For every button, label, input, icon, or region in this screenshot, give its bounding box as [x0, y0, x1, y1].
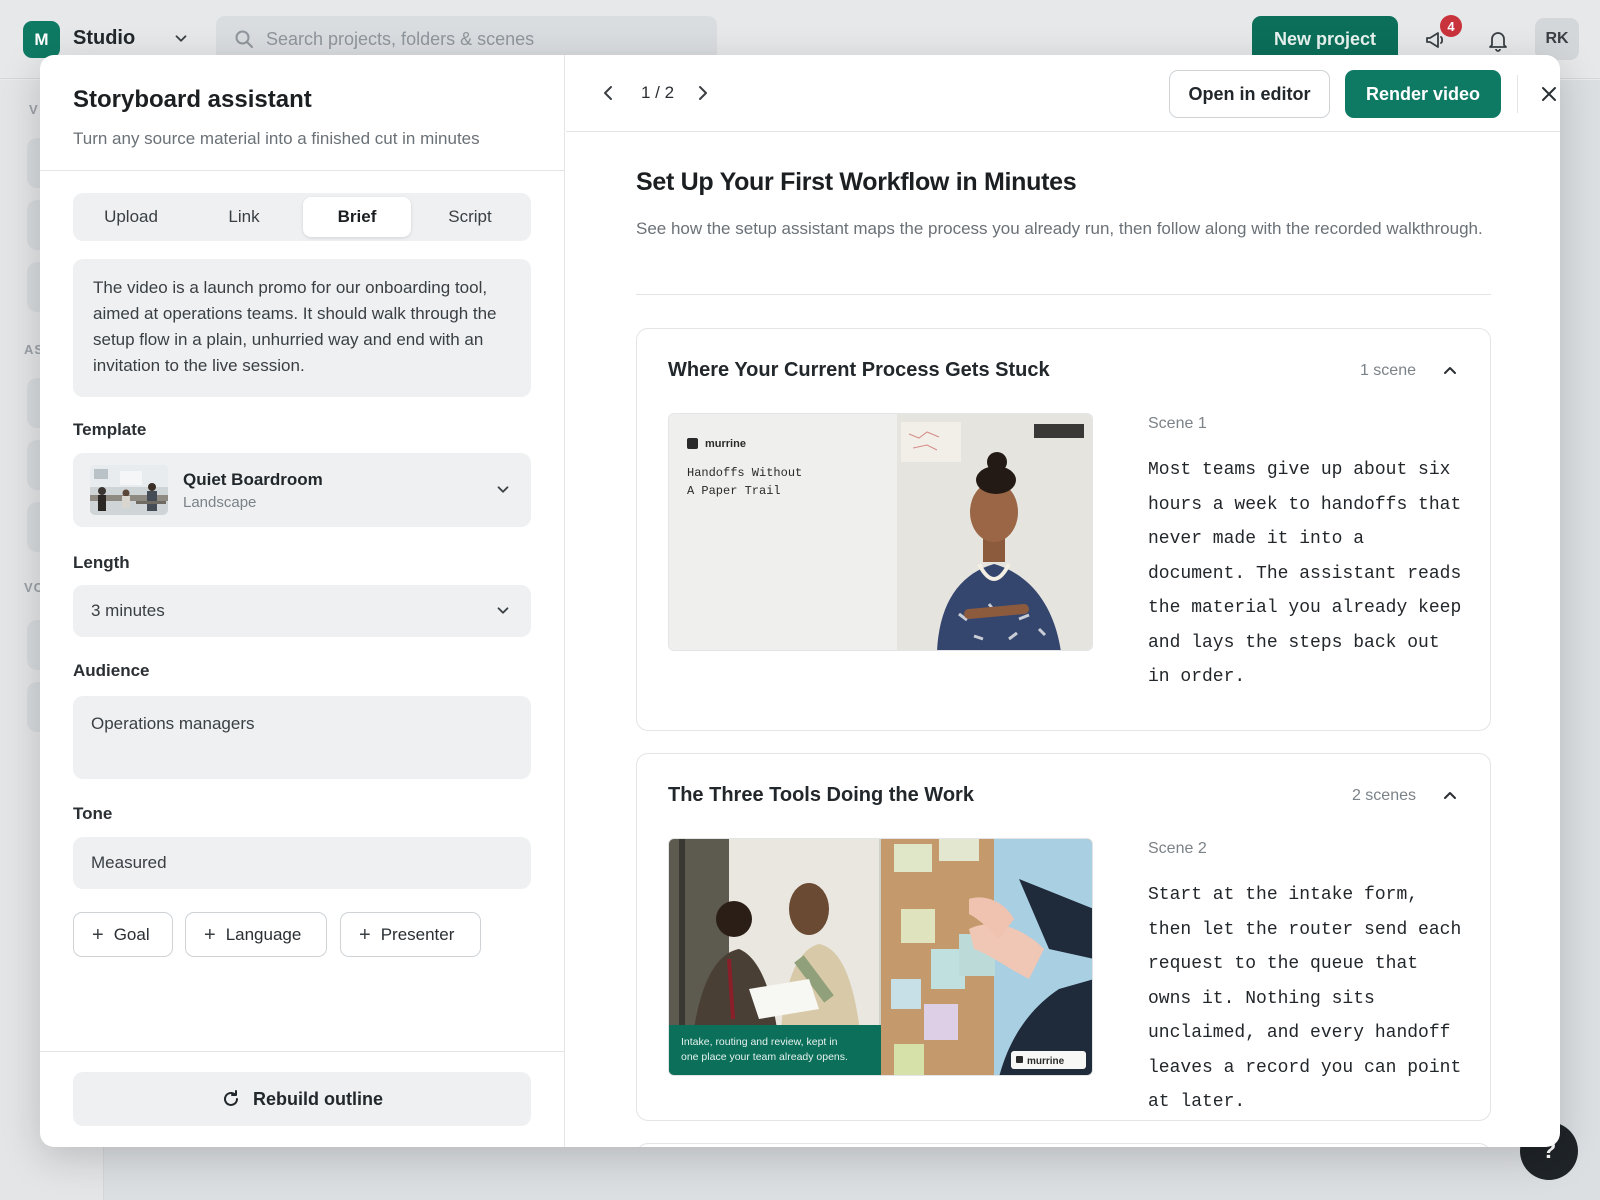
audience-label: Audience	[73, 661, 150, 680]
scene-preview-image: Intake, routing and review, kept in one …	[669, 839, 1092, 1075]
thumb-caption-line-2: one place your team already opens.	[681, 1051, 848, 1063]
plus-icon: +	[92, 923, 104, 946]
audience-input[interactable]: Operations managers	[73, 696, 531, 779]
chevron-down-icon	[497, 607, 509, 614]
storyboard-section: The Three Tools Doing the Work 2 scenes	[636, 753, 1491, 1121]
assistant-title: Storyboard assistant	[73, 86, 312, 113]
storyboard-section	[636, 1143, 1491, 1147]
thumb-brand: murrine	[705, 438, 746, 450]
tab-brief[interactable]: Brief	[303, 197, 411, 237]
tab-upload[interactable]: Upload	[77, 197, 185, 237]
template-name: Quiet Boardroom	[183, 470, 323, 489]
template-orientation: Landscape	[183, 494, 257, 511]
length-label: Length	[73, 553, 130, 572]
tone-input[interactable]: Measured	[73, 837, 531, 889]
section-title: Where Your Current Process Gets Stuck	[668, 359, 1050, 381]
chip-label: Presenter	[380, 924, 455, 944]
user-avatar[interactable]: RK	[1535, 18, 1579, 60]
length-value: 3 minutes	[91, 601, 165, 620]
scene-thumbnail[interactable]: Intake, routing and review, kept in one …	[668, 838, 1093, 1076]
storyboard-title: Set Up Your First Workflow in Minutes	[636, 168, 1077, 196]
chip-label: Language	[225, 924, 302, 944]
length-select[interactable]: 3 minutes	[73, 585, 531, 637]
chevron-down-icon[interactable]	[172, 30, 190, 48]
storyboard-modal: Storyboard assistant Turn any source mat…	[40, 55, 1560, 1147]
assistant-header: Storyboard assistant Turn any source mat…	[40, 55, 565, 171]
divider	[636, 294, 1491, 295]
thumb-caption-line-1: Intake, routing and review, kept in	[681, 1036, 838, 1048]
plus-icon: +	[359, 923, 371, 946]
workspace-name[interactable]: Studio	[73, 27, 135, 50]
scene-preview-image: murrine Handoffs Without A Paper Trail	[669, 414, 1092, 650]
bell-icon[interactable]	[1486, 28, 1510, 52]
chip-label: Goal	[113, 924, 150, 944]
chevron-down-icon	[497, 486, 509, 493]
scene-script[interactable]: Start at the intake form, then let the r…	[1148, 878, 1468, 1120]
render-video-button[interactable]: Render video	[1345, 70, 1501, 118]
notification-badge: 4	[1440, 15, 1462, 37]
scene-label: Scene 1	[1148, 415, 1207, 432]
tab-script[interactable]: Script	[416, 197, 524, 237]
chevron-up-icon[interactable]	[1440, 360, 1460, 380]
chevron-right-icon[interactable]	[691, 81, 715, 105]
scene-thumbnail[interactable]: murrine Handoffs Without A Paper Trail	[668, 413, 1093, 651]
scene-count: 1 scene	[1359, 362, 1416, 379]
chevron-left-icon[interactable]	[596, 81, 620, 105]
scene-script[interactable]: Most teams give up about six hours a wee…	[1148, 453, 1468, 695]
open-in-editor-button[interactable]: Open in editor	[1169, 70, 1330, 118]
header-divider	[1517, 75, 1518, 113]
brief-textarea[interactable]: The video is a launch promo for our onbo…	[73, 259, 531, 397]
tone-label: Tone	[73, 804, 113, 823]
page-indicator: 1 / 2	[641, 83, 675, 102]
storyboard-section: Where Your Current Process Gets Stuck 1 …	[636, 328, 1491, 731]
thumb-brand: murrine	[1027, 1056, 1065, 1067]
preview-panel: 1 / 2 Open in editor Render video Set Up…	[566, 55, 1560, 1147]
source-tabs: Upload Link Brief Script	[73, 193, 531, 241]
assistant-footer: Rebuild outline	[40, 1051, 565, 1147]
assistant-subtitle: Turn any source material into a finished…	[73, 129, 480, 148]
rebuild-outline-button[interactable]: Rebuild outline	[73, 1072, 531, 1126]
assistant-panel: Storyboard assistant Turn any source mat…	[40, 55, 565, 1147]
chevron-up-icon[interactable]	[1440, 785, 1460, 805]
storyboard-description: See how the setup assistant maps the pro…	[636, 219, 1483, 238]
scene-label: Scene 2	[1148, 840, 1207, 857]
plus-icon: +	[204, 923, 216, 946]
add-presenter-button[interactable]: + Presenter	[340, 912, 481, 957]
template-select[interactable]: Quiet Boardroom Landscape	[73, 453, 531, 527]
refresh-icon	[224, 1090, 238, 1106]
tab-link[interactable]: Link	[190, 197, 298, 237]
scene-count: 2 scenes	[1351, 787, 1416, 804]
search-icon	[235, 30, 253, 48]
section-title: The Three Tools Doing the Work	[668, 784, 974, 806]
add-language-button[interactable]: + Language	[185, 912, 327, 957]
template-label: Template	[73, 420, 147, 439]
add-goal-button[interactable]: + Goal	[73, 912, 173, 957]
close-icon[interactable]	[1538, 83, 1560, 105]
thumb-caption-line-2: A Paper Trail	[687, 484, 781, 498]
template-thumbnail	[90, 465, 168, 515]
rebuild-label: Rebuild outline	[253, 1088, 383, 1109]
preview-header: 1 / 2 Open in editor Render video	[566, 55, 1560, 132]
thumb-caption-line-1: Handoffs Without	[687, 466, 802, 480]
sidebar-section-label: V	[29, 102, 39, 117]
brand-logo[interactable]: M	[23, 21, 60, 58]
